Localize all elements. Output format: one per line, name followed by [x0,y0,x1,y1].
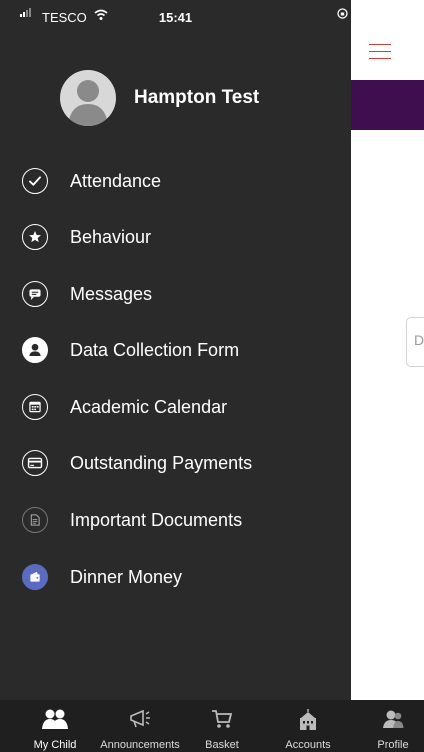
tab-profile[interactable]: Profile [366,700,420,752]
menu-item-label: Important Documents [70,510,243,530]
credit-card-icon [22,450,48,476]
tab-basket[interactable]: Basket [196,700,248,752]
menu-item-label: Attendance [70,171,162,191]
tab-label: Accounts [285,739,331,751]
profile-name: Hampton Test [134,87,260,108]
menu-item-messages[interactable]: Messages [22,274,342,314]
menu-item-label: Dinner Money [70,567,183,587]
background-input-field[interactable]: D [406,317,424,367]
cart-icon [210,708,234,735]
tab-label: Basket [205,739,239,751]
menu-item-attendance[interactable]: Attendance [22,161,342,201]
orientation-lock-icon [337,8,348,22]
menu-item-label: Behaviour [70,227,152,247]
menu-item-important-documents[interactable]: Important Documents [22,500,342,540]
menu-item-label: Outstanding Payments [70,453,253,473]
user-icon [22,337,48,363]
menu-item-outstanding-payments[interactable]: Outstanding Payments [22,443,342,483]
menu-item-data-collection-form[interactable]: Data Collection Form [22,330,342,370]
menu-item-label: Academic Calendar [70,397,228,417]
people-icon [41,708,69,735]
menu-item-label: Messages [70,284,153,304]
profile-header[interactable]: Hampton Test [60,70,320,126]
document-icon [22,507,48,533]
star-circle-icon [22,224,48,250]
tab-label: My Child [33,739,77,751]
chat-icon [22,281,48,307]
hamburger-line [369,58,391,59]
megaphone-icon [127,708,153,735]
background-status-area [351,0,424,35]
profile-icon [381,708,405,735]
tab-announcements[interactable]: Announcements [97,700,183,752]
tab-accounts[interactable]: Accounts [276,700,340,752]
avatar [60,70,116,126]
wallet-icon [22,564,48,590]
calendar-icon [22,394,48,420]
status-time: 15:41 [158,10,193,25]
menu-item-dinner-money[interactable]: Dinner Money [22,557,342,597]
header-bar [351,80,424,130]
hamburger-line [369,51,391,52]
tab-label: Profile [377,739,409,751]
navigation-drawer: TESCO 15:41 Hampton Test Attendance Beha… [0,0,351,700]
building-icon [296,708,320,737]
check-circle-icon [22,168,48,194]
tab-label: Announcements [100,739,180,751]
menu-item-behaviour[interactable]: Behaviour [22,217,342,257]
background-field-text: D [414,332,424,348]
hamburger-line [369,44,391,45]
hamburger-menu-button[interactable] [365,40,395,64]
tab-bar: My Child Announcements Basket Accounts P… [0,700,424,752]
menu-item-label: Data Collection Form [70,340,240,360]
tab-my-child[interactable]: My Child [20,700,90,752]
status-bar: TESCO 15:41 [0,0,351,35]
menu-item-academic-calendar[interactable]: Academic Calendar [22,387,342,427]
